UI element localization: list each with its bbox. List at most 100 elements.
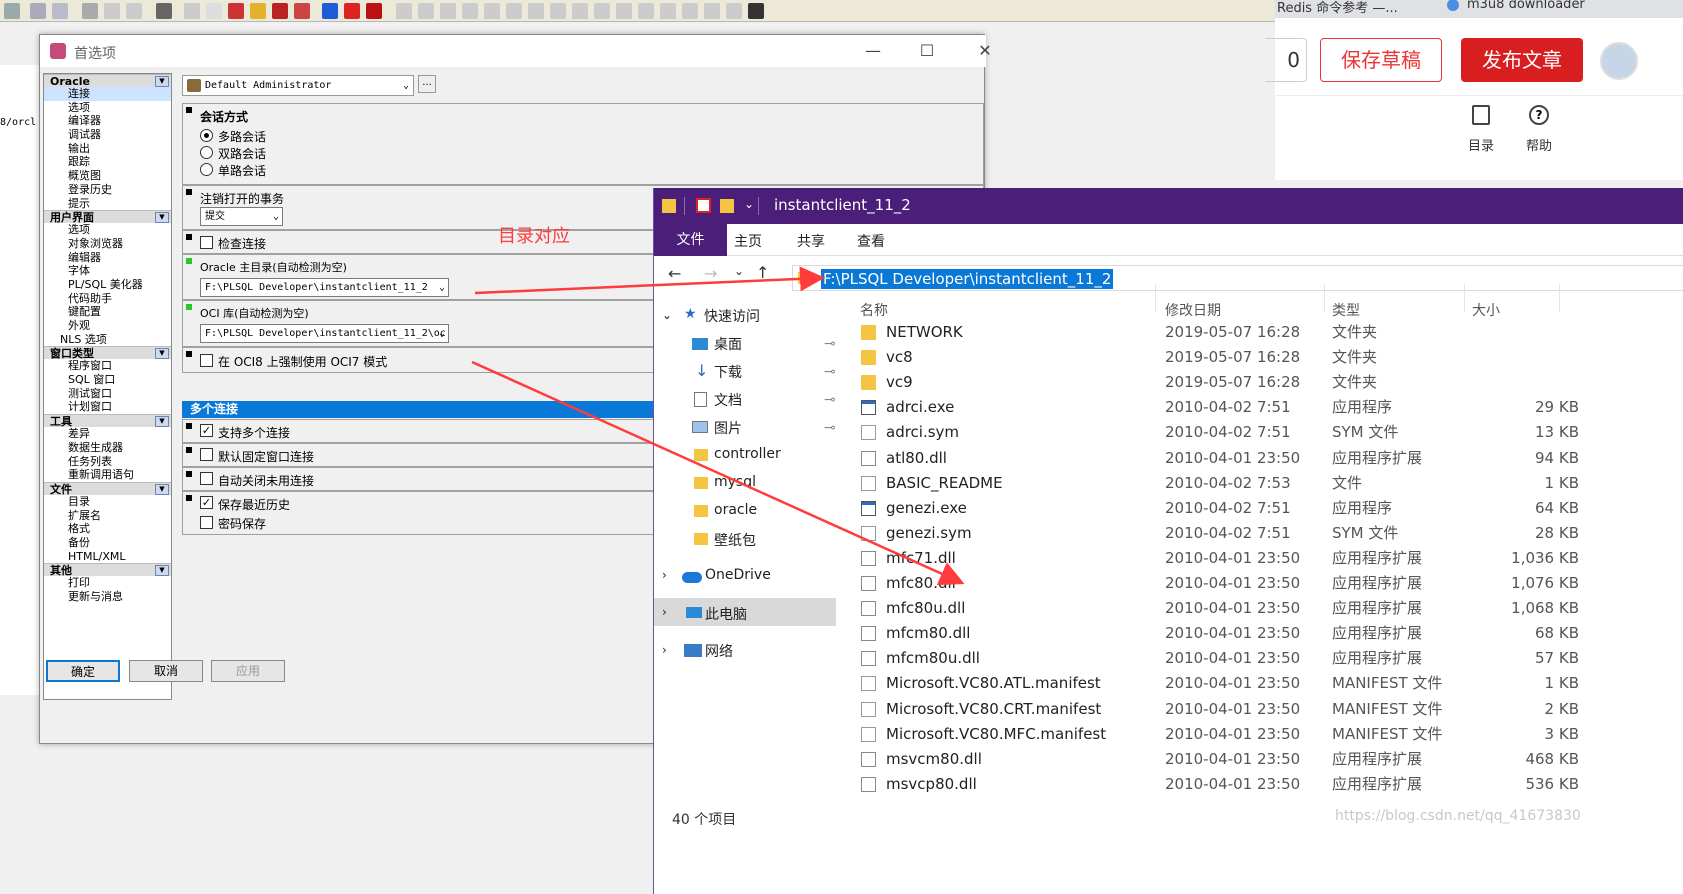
nav-folder[interactable]: oracle (714, 502, 757, 518)
radio-dual-session[interactable] (200, 146, 213, 159)
arrow-right-icon[interactable] (344, 3, 360, 19)
toolbar-icon[interactable] (30, 3, 46, 19)
tree-item[interactable]: 程序窗口 (44, 359, 171, 373)
profile-combo[interactable]: Default Administrator ⌄ (182, 75, 414, 96)
tree-item[interactable]: 格式 (44, 522, 171, 536)
collapse-icon[interactable]: ▼ (155, 76, 169, 87)
column-header-date[interactable]: 修改日期 (1165, 300, 1221, 320)
chevron-down-icon[interactable]: ⌄ (734, 264, 744, 278)
chevron-down-icon[interactable]: ⌄ (403, 76, 409, 95)
save-history-checkbox[interactable]: ✓ (200, 496, 213, 509)
tab-share[interactable]: 共享 (797, 231, 825, 251)
tree-item[interactable]: 编译器 (44, 114, 171, 128)
toolbar-icon[interactable] (528, 3, 544, 19)
tree-item[interactable]: 对象浏览器 (44, 237, 171, 251)
chevron-down-icon[interactable]: ⌄ (439, 279, 445, 296)
tree-category[interactable]: 窗口类型 ▼ (44, 346, 171, 360)
collapse-icon[interactable]: ▼ (155, 212, 169, 224)
tree-item[interactable]: HTML/XML (44, 550, 171, 564)
toolbar-icon[interactable] (462, 3, 478, 19)
file-row[interactable]: vc8 2019-05-07 16:28 文件夹 (850, 345, 1683, 370)
lock-icon[interactable] (748, 3, 764, 19)
tree-item[interactable]: 代码助手 (44, 292, 171, 306)
oci-combo[interactable]: F:\PLSQL Developer\instantclient_11_2\oc… (200, 324, 449, 343)
address-path[interactable]: F:\PLSQL Developer\instantclient_11_2 (821, 269, 1114, 289)
nav-this-pc[interactable]: 此电脑 (705, 604, 747, 624)
forward-icon[interactable]: → (704, 264, 717, 283)
tree-item[interactable]: 更新与消息 (44, 590, 171, 604)
file-row[interactable]: NETWORK 2019-05-07 16:28 文件夹 (850, 320, 1683, 345)
file-row[interactable]: Microsoft.VC80.ATL.manifest 2010-04-01 23… (850, 671, 1683, 696)
force-oci7-checkbox[interactable] (200, 354, 213, 367)
help-label[interactable]: 帮助 (1526, 135, 1552, 154)
tree-item[interactable]: 外观 (44, 319, 171, 333)
collapse-icon[interactable]: ▼ (155, 416, 169, 428)
radio-single-session[interactable] (200, 163, 213, 176)
cancel-button[interactable]: 取消 (129, 660, 203, 682)
tree-item[interactable]: NLS 选项 (44, 333, 171, 347)
default-fixed-checkbox[interactable] (200, 448, 213, 461)
back-icon[interactable]: ← (668, 264, 681, 283)
nav-pictures[interactable]: 图片 (714, 418, 742, 438)
tree-item[interactable]: 输出 (44, 142, 171, 156)
new-folder-icon[interactable] (720, 199, 734, 213)
toolbar-icon[interactable] (594, 3, 610, 19)
toolbar-icon[interactable] (126, 3, 142, 19)
toc-icon[interactable] (1472, 105, 1490, 125)
column-header-size[interactable]: 大小 (1472, 300, 1500, 320)
profile-more-button[interactable]: ... (418, 75, 436, 93)
toolbar-icon[interactable] (660, 3, 676, 19)
tree-item[interactable]: 数据生成器 (44, 441, 171, 455)
minimize-icon[interactable]: — (858, 41, 888, 60)
chevron-down-icon[interactable]: ⌄ (439, 325, 445, 342)
tree-item[interactable]: 计划窗口 (44, 400, 171, 414)
file-row[interactable]: adrci.exe 2010-04-02 7:51 应用程序 29 KB (850, 395, 1683, 420)
help-icon[interactable]: ? (1529, 105, 1549, 125)
toolbar-icon[interactable] (184, 3, 200, 19)
tree-item[interactable]: 测试窗口 (44, 387, 171, 401)
tree-item[interactable]: 目录 (44, 495, 171, 509)
toolbar-icon[interactable] (638, 3, 654, 19)
collapse-icon[interactable]: ▼ (155, 483, 169, 495)
nav-folder[interactable]: controller (714, 446, 781, 462)
chevron-right-icon[interactable]: › (662, 568, 667, 582)
auto-close-checkbox[interactable] (200, 472, 213, 485)
wrench-icon[interactable] (156, 3, 172, 19)
file-row[interactable]: vc9 2019-05-07 16:28 文件夹 (850, 370, 1683, 395)
tree-category[interactable]: 文件 ▼ (44, 481, 171, 496)
nav-folder[interactable]: mysql (714, 474, 756, 490)
file-row[interactable]: adrci.sym 2010-04-02 7:51 SYM 文件 13 KB (850, 420, 1683, 445)
tree-item[interactable]: 字体 (44, 264, 171, 278)
toolbar-icon[interactable] (682, 3, 698, 19)
chevron-right-icon[interactable]: › (662, 643, 667, 657)
browser-tab[interactable]: m3u8 downloader (1467, 0, 1585, 12)
nav-folder[interactable]: 壁纸包 (714, 530, 756, 550)
toc-label[interactable]: 目录 (1468, 135, 1494, 154)
toolbar-icon[interactable] (572, 3, 588, 19)
file-row[interactable]: atl80.dll 2010-04-01 23:50 应用程序扩展 94 KB (850, 446, 1683, 471)
toolbar-icon[interactable] (4, 3, 20, 19)
tree-item[interactable]: 编辑器 (44, 251, 171, 265)
file-row[interactable]: Microsoft.VC80.CRT.manifest 2010-04-01 23… (850, 697, 1683, 722)
pin-icon[interactable]: ⊸ (824, 364, 836, 380)
properties-icon[interactable] (696, 198, 711, 213)
toolbar-icon[interactable] (206, 3, 222, 19)
file-row[interactable]: Microsoft.VC80.MFC.manifest 2010-04-01 23… (850, 722, 1683, 747)
collapse-icon[interactable]: ▼ (155, 348, 169, 360)
column-header-name[interactable]: 名称 (860, 300, 888, 320)
tree-item[interactable]: 选项 (44, 101, 171, 115)
toolbar-icon[interactable] (294, 3, 310, 19)
column-header-type[interactable]: 类型 (1332, 300, 1360, 320)
nav-downloads[interactable]: 下载 (714, 362, 742, 382)
apply-button[interactable]: 应用 (211, 660, 285, 682)
toolbar-icon[interactable] (726, 3, 742, 19)
pin-icon[interactable]: ⊸ (824, 336, 836, 352)
file-row[interactable]: mfc80u.dll 2010-04-01 23:50 应用程序扩展 1,068 KB (850, 596, 1683, 621)
chevron-down-icon[interactable]: ⌄ (744, 197, 754, 211)
toolbar-icon[interactable] (52, 3, 68, 19)
tree-item[interactable]: PL/SQL 美化器 (44, 278, 171, 292)
toolbar-icon[interactable] (616, 3, 632, 19)
collapse-icon[interactable]: ▼ (155, 565, 169, 577)
radio-multi-session[interactable] (200, 129, 213, 142)
toolbar-icon[interactable] (272, 3, 288, 19)
